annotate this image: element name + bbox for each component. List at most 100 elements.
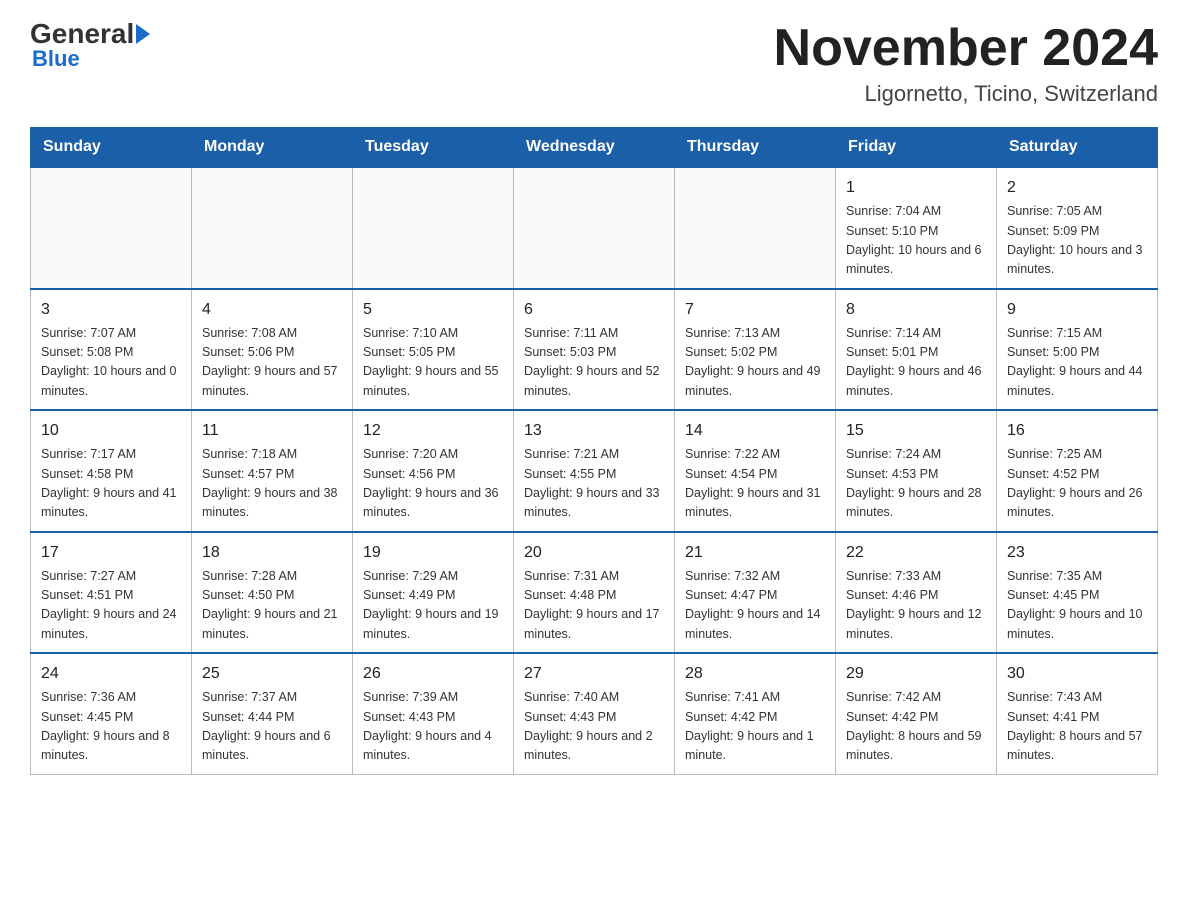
day-number: 8: [846, 298, 986, 322]
col-saturday: Saturday: [997, 128, 1158, 168]
calendar-table: Sunday Monday Tuesday Wednesday Thursday…: [30, 127, 1158, 775]
calendar-week-row: 17Sunrise: 7:27 AMSunset: 4:51 PMDayligh…: [31, 532, 1158, 654]
table-row: 24Sunrise: 7:36 AMSunset: 4:45 PMDayligh…: [31, 653, 192, 774]
day-info: Sunrise: 7:39 AMSunset: 4:43 PMDaylight:…: [363, 688, 503, 766]
day-number: 6: [524, 298, 664, 322]
table-row: 9Sunrise: 7:15 AMSunset: 5:00 PMDaylight…: [997, 289, 1158, 411]
day-number: 27: [524, 662, 664, 686]
title-section: November 2024 Ligornetto, Ticino, Switze…: [774, 20, 1158, 107]
day-info: Sunrise: 7:22 AMSunset: 4:54 PMDaylight:…: [685, 445, 825, 523]
col-wednesday: Wednesday: [514, 128, 675, 168]
day-info: Sunrise: 7:27 AMSunset: 4:51 PMDaylight:…: [41, 567, 181, 645]
day-info: Sunrise: 7:17 AMSunset: 4:58 PMDaylight:…: [41, 445, 181, 523]
table-row: 20Sunrise: 7:31 AMSunset: 4:48 PMDayligh…: [514, 532, 675, 654]
table-row: 17Sunrise: 7:27 AMSunset: 4:51 PMDayligh…: [31, 532, 192, 654]
day-info: Sunrise: 7:18 AMSunset: 4:57 PMDaylight:…: [202, 445, 342, 523]
col-thursday: Thursday: [675, 128, 836, 168]
logo-arrow-icon: [136, 24, 150, 44]
day-info: Sunrise: 7:15 AMSunset: 5:00 PMDaylight:…: [1007, 324, 1147, 402]
logo-general-text: General: [30, 20, 134, 48]
day-number: 7: [685, 298, 825, 322]
table-row: 19Sunrise: 7:29 AMSunset: 4:49 PMDayligh…: [353, 532, 514, 654]
day-info: Sunrise: 7:40 AMSunset: 4:43 PMDaylight:…: [524, 688, 664, 766]
table-row: 5Sunrise: 7:10 AMSunset: 5:05 PMDaylight…: [353, 289, 514, 411]
calendar-week-row: 10Sunrise: 7:17 AMSunset: 4:58 PMDayligh…: [31, 410, 1158, 532]
day-info: Sunrise: 7:41 AMSunset: 4:42 PMDaylight:…: [685, 688, 825, 766]
table-row: 29Sunrise: 7:42 AMSunset: 4:42 PMDayligh…: [836, 653, 997, 774]
location-title: Ligornetto, Ticino, Switzerland: [774, 81, 1158, 107]
day-number: 30: [1007, 662, 1147, 686]
header-row: Sunday Monday Tuesday Wednesday Thursday…: [31, 128, 1158, 168]
day-number: 18: [202, 541, 342, 565]
day-number: 26: [363, 662, 503, 686]
day-info: Sunrise: 7:20 AMSunset: 4:56 PMDaylight:…: [363, 445, 503, 523]
day-number: 20: [524, 541, 664, 565]
day-number: 22: [846, 541, 986, 565]
table-row: 1Sunrise: 7:04 AMSunset: 5:10 PMDaylight…: [836, 167, 997, 289]
day-number: 19: [363, 541, 503, 565]
logo: General Blue: [30, 20, 150, 70]
day-number: 9: [1007, 298, 1147, 322]
table-row: 11Sunrise: 7:18 AMSunset: 4:57 PMDayligh…: [192, 410, 353, 532]
day-number: 5: [363, 298, 503, 322]
day-info: Sunrise: 7:35 AMSunset: 4:45 PMDaylight:…: [1007, 567, 1147, 645]
table-row: 13Sunrise: 7:21 AMSunset: 4:55 PMDayligh…: [514, 410, 675, 532]
day-number: 16: [1007, 419, 1147, 443]
table-row: 23Sunrise: 7:35 AMSunset: 4:45 PMDayligh…: [997, 532, 1158, 654]
day-number: 21: [685, 541, 825, 565]
day-number: 17: [41, 541, 181, 565]
table-row: 27Sunrise: 7:40 AMSunset: 4:43 PMDayligh…: [514, 653, 675, 774]
day-info: Sunrise: 7:28 AMSunset: 4:50 PMDaylight:…: [202, 567, 342, 645]
day-info: Sunrise: 7:31 AMSunset: 4:48 PMDaylight:…: [524, 567, 664, 645]
day-info: Sunrise: 7:08 AMSunset: 5:06 PMDaylight:…: [202, 324, 342, 402]
table-row: 10Sunrise: 7:17 AMSunset: 4:58 PMDayligh…: [31, 410, 192, 532]
day-number: 1: [846, 176, 986, 200]
table-row: 12Sunrise: 7:20 AMSunset: 4:56 PMDayligh…: [353, 410, 514, 532]
month-title: November 2024: [774, 20, 1158, 77]
day-number: 28: [685, 662, 825, 686]
page-header: General Blue November 2024 Ligornetto, T…: [30, 20, 1158, 107]
day-info: Sunrise: 7:24 AMSunset: 4:53 PMDaylight:…: [846, 445, 986, 523]
table-row: 4Sunrise: 7:08 AMSunset: 5:06 PMDaylight…: [192, 289, 353, 411]
logo-blue-text: Blue: [32, 48, 80, 70]
day-number: 12: [363, 419, 503, 443]
calendar-week-row: 3Sunrise: 7:07 AMSunset: 5:08 PMDaylight…: [31, 289, 1158, 411]
table-row: 26Sunrise: 7:39 AMSunset: 4:43 PMDayligh…: [353, 653, 514, 774]
day-number: 24: [41, 662, 181, 686]
day-number: 25: [202, 662, 342, 686]
day-info: Sunrise: 7:33 AMSunset: 4:46 PMDaylight:…: [846, 567, 986, 645]
day-number: 4: [202, 298, 342, 322]
table-row: 16Sunrise: 7:25 AMSunset: 4:52 PMDayligh…: [997, 410, 1158, 532]
day-number: 14: [685, 419, 825, 443]
day-number: 2: [1007, 176, 1147, 200]
day-info: Sunrise: 7:37 AMSunset: 4:44 PMDaylight:…: [202, 688, 342, 766]
table-row: 7Sunrise: 7:13 AMSunset: 5:02 PMDaylight…: [675, 289, 836, 411]
table-row: [31, 167, 192, 289]
col-tuesday: Tuesday: [353, 128, 514, 168]
day-info: Sunrise: 7:25 AMSunset: 4:52 PMDaylight:…: [1007, 445, 1147, 523]
day-number: 10: [41, 419, 181, 443]
day-number: 23: [1007, 541, 1147, 565]
table-row: [192, 167, 353, 289]
day-number: 15: [846, 419, 986, 443]
day-number: 29: [846, 662, 986, 686]
day-info: Sunrise: 7:36 AMSunset: 4:45 PMDaylight:…: [41, 688, 181, 766]
table-row: 15Sunrise: 7:24 AMSunset: 4:53 PMDayligh…: [836, 410, 997, 532]
table-row: 18Sunrise: 7:28 AMSunset: 4:50 PMDayligh…: [192, 532, 353, 654]
day-info: Sunrise: 7:42 AMSunset: 4:42 PMDaylight:…: [846, 688, 986, 766]
day-number: 3: [41, 298, 181, 322]
day-number: 13: [524, 419, 664, 443]
day-info: Sunrise: 7:10 AMSunset: 5:05 PMDaylight:…: [363, 324, 503, 402]
table-row: [514, 167, 675, 289]
table-row: 21Sunrise: 7:32 AMSunset: 4:47 PMDayligh…: [675, 532, 836, 654]
table-row: 28Sunrise: 7:41 AMSunset: 4:42 PMDayligh…: [675, 653, 836, 774]
table-row: 22Sunrise: 7:33 AMSunset: 4:46 PMDayligh…: [836, 532, 997, 654]
day-info: Sunrise: 7:21 AMSunset: 4:55 PMDaylight:…: [524, 445, 664, 523]
day-info: Sunrise: 7:04 AMSunset: 5:10 PMDaylight:…: [846, 202, 986, 280]
day-info: Sunrise: 7:07 AMSunset: 5:08 PMDaylight:…: [41, 324, 181, 402]
col-sunday: Sunday: [31, 128, 192, 168]
day-info: Sunrise: 7:29 AMSunset: 4:49 PMDaylight:…: [363, 567, 503, 645]
day-info: Sunrise: 7:32 AMSunset: 4:47 PMDaylight:…: [685, 567, 825, 645]
table-row: [353, 167, 514, 289]
col-monday: Monday: [192, 128, 353, 168]
